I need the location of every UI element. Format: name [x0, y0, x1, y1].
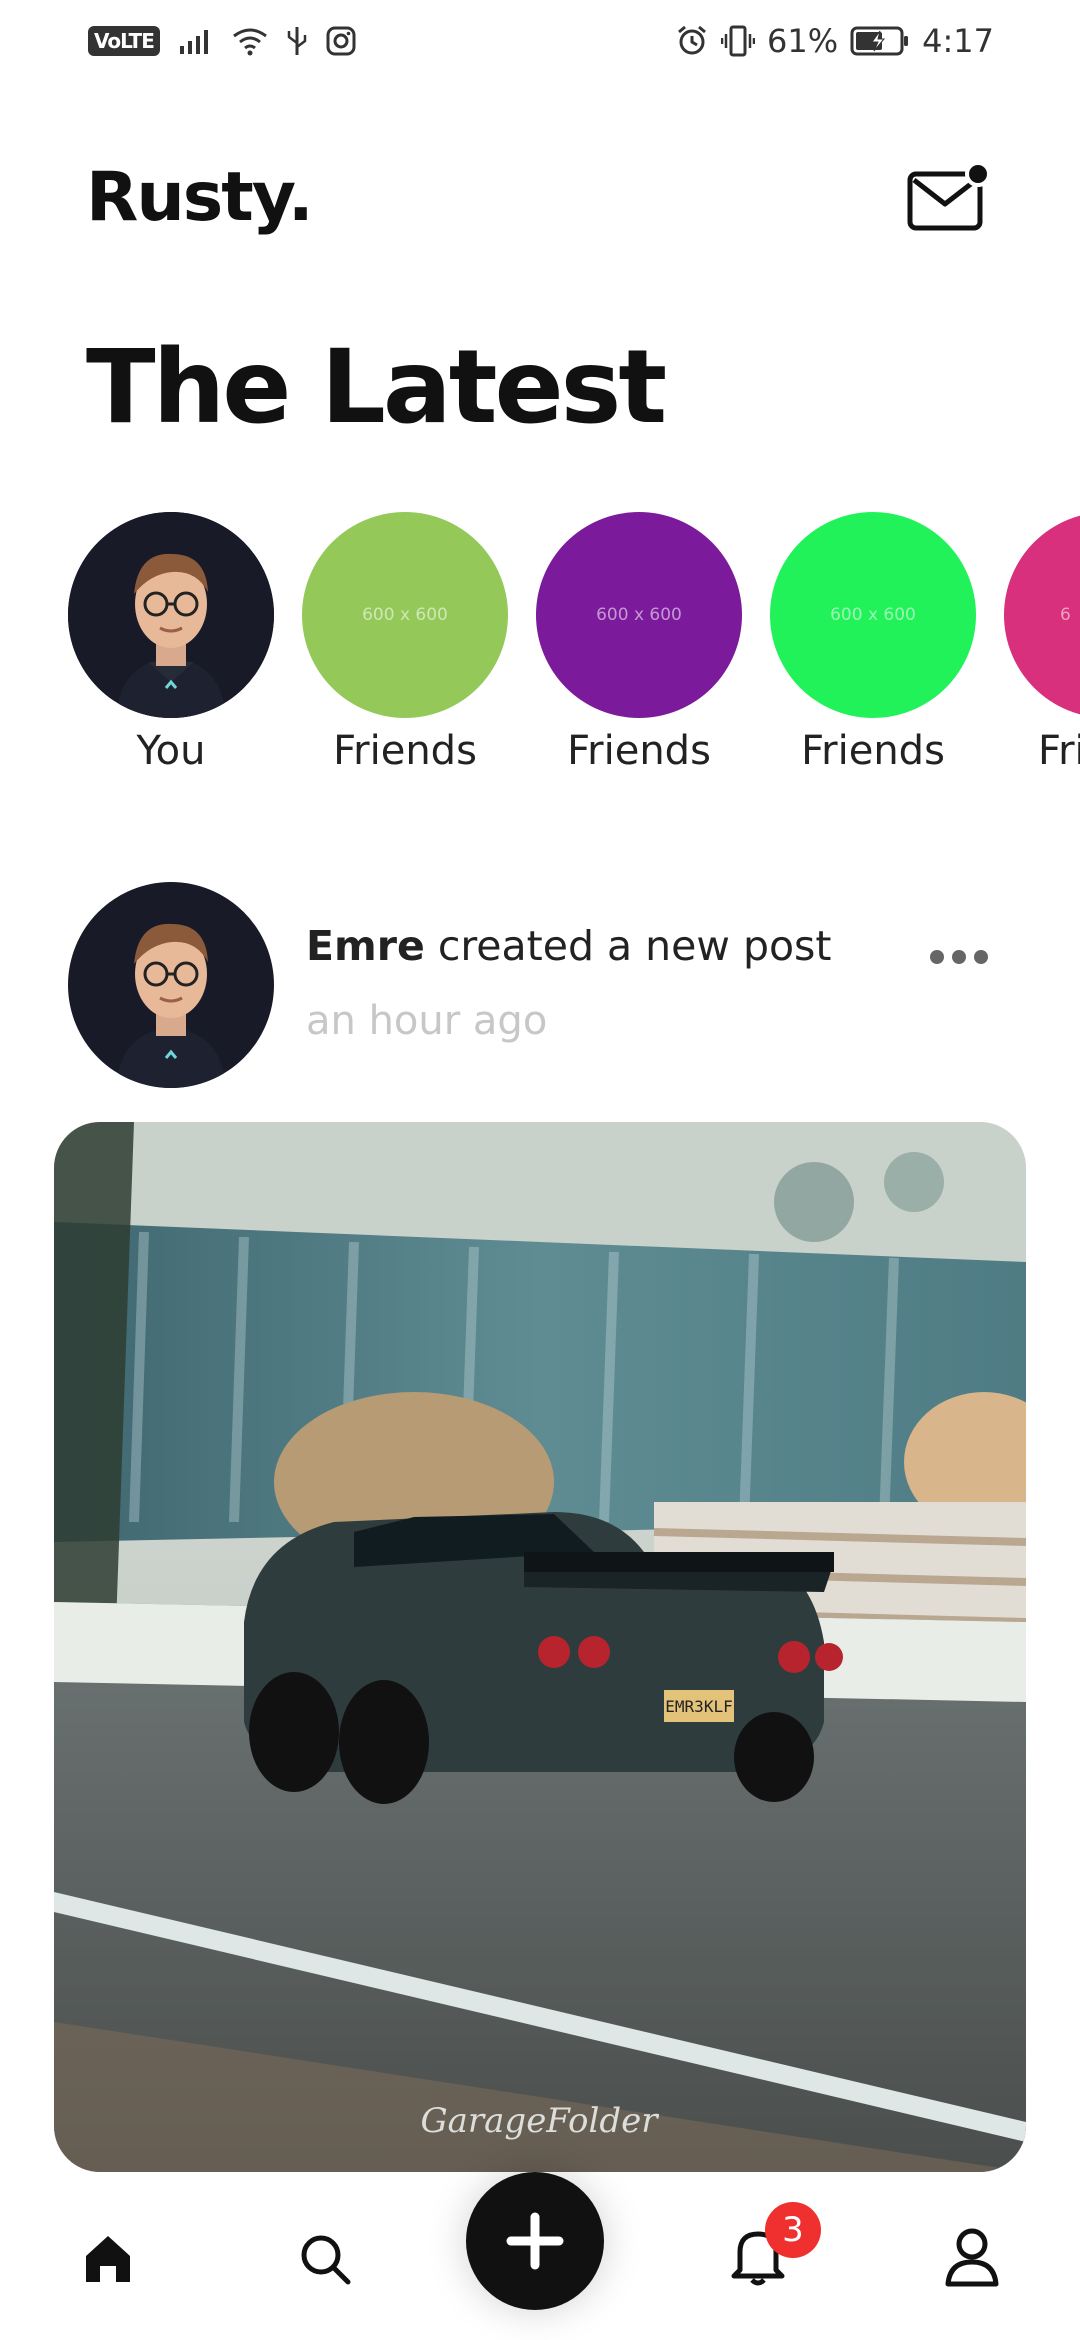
placeholder-text: 600 x 600 — [830, 605, 916, 625]
vibrate-icon — [721, 25, 756, 57]
story-item-friends[interactable]: 600 x 600 Friends — [536, 512, 742, 774]
story-label: Friends — [333, 728, 477, 774]
plus-icon — [506, 2212, 564, 2270]
volte-indicator: VoLTE — [88, 26, 160, 56]
post-action-text: created a new post — [437, 922, 832, 970]
status-bar: VoLTE 61% 4:17 — [0, 0, 1080, 80]
usb-icon — [287, 27, 307, 55]
search-icon[interactable] — [298, 2232, 352, 2286]
story-item-you[interactable]: You — [68, 512, 274, 774]
story-label: Friends — [567, 728, 711, 774]
post-headline: Emre created a new post — [306, 922, 832, 970]
app-brand: Rusty. — [86, 158, 314, 237]
story-placeholder: 6 — [1004, 512, 1080, 718]
post-author-avatar[interactable] — [68, 882, 274, 1088]
notification-badge: 3 — [765, 2202, 821, 2258]
car-photo: EMR3KLF GarageFolder — [54, 1122, 1026, 2172]
story-avatar — [68, 512, 274, 718]
post-author-name[interactable]: Emre — [306, 922, 425, 970]
post-timestamp: an hour ago — [306, 998, 548, 1044]
story-placeholder: 600 x 600 — [536, 512, 742, 718]
story-placeholder: 600 x 600 — [770, 512, 976, 718]
wifi-icon — [232, 28, 267, 56]
mail-icon[interactable] — [906, 160, 990, 236]
page-title: The Latest — [86, 328, 667, 447]
battery-icon — [850, 26, 909, 56]
placeholder-text: 600 x 600 — [362, 605, 448, 625]
story-label: Friends — [801, 728, 945, 774]
photo-watermark: GarageFolder — [420, 2101, 659, 2141]
story-item-friends[interactable]: 600 x 600 Friends — [770, 512, 976, 774]
clock-time: 4:17 — [922, 22, 994, 60]
avatar — [68, 512, 274, 718]
stories-row: You 600 x 600 Friends 600 x 600 Friends … — [0, 512, 1080, 782]
placeholder-text: 6 — [1060, 605, 1071, 625]
post-image[interactable]: EMR3KLF GarageFolder — [54, 1122, 1026, 2172]
more-options-icon[interactable] — [930, 950, 988, 964]
alarm-icon — [678, 25, 706, 55]
story-placeholder: 600 x 600 — [302, 512, 508, 718]
signal-icon — [179, 30, 208, 54]
story-item-friends[interactable]: 6 Fri — [1004, 512, 1080, 774]
license-plate: EMR3KLF — [665, 1697, 732, 1716]
profile-icon[interactable] — [942, 2226, 1002, 2288]
create-post-button[interactable] — [466, 2172, 604, 2310]
story-label: Fri — [1038, 728, 1080, 774]
instagram-icon — [326, 26, 356, 56]
story-item-friends[interactable]: 600 x 600 Friends — [302, 512, 508, 774]
home-icon[interactable] — [80, 2230, 136, 2286]
avatar — [68, 882, 274, 1088]
battery-percent: 61% — [767, 22, 839, 60]
placeholder-text: 600 x 600 — [596, 605, 682, 625]
story-label: You — [136, 728, 206, 774]
